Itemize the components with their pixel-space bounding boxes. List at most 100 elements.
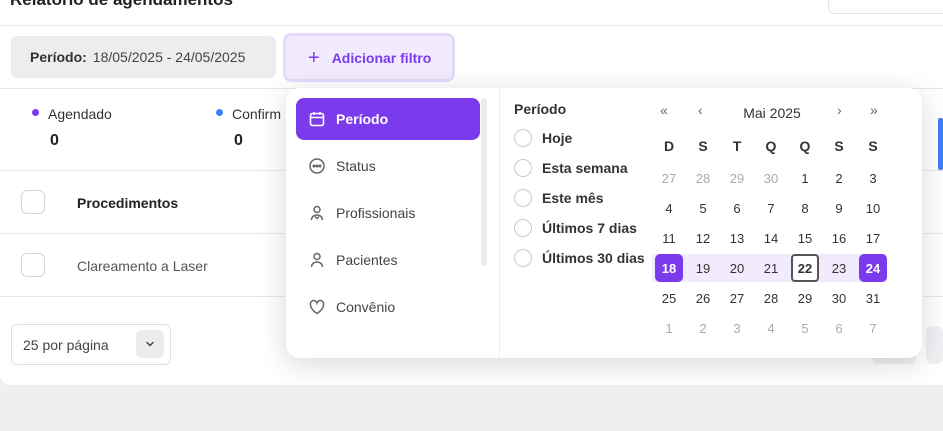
radio-label: Hoje bbox=[542, 130, 573, 146]
menu-item-label: Status bbox=[336, 158, 376, 174]
divider bbox=[0, 25, 943, 26]
table-row-procedimento: Clareamento a Laser bbox=[77, 258, 208, 274]
per-page-select[interactable]: 25 por página bbox=[11, 324, 171, 365]
menu-item-pacientes[interactable]: Pacientes bbox=[296, 239, 480, 281]
add-filter-button[interactable]: + Adicionar filtro bbox=[283, 33, 455, 82]
weekday-header: S bbox=[698, 138, 708, 154]
menu-item-label: Convênio bbox=[336, 299, 396, 315]
calendar-icon bbox=[308, 110, 326, 128]
radio-label: Este mês bbox=[542, 190, 604, 206]
calendar-day[interactable]: 16 bbox=[822, 224, 856, 252]
menu-item-label: Pacientes bbox=[336, 252, 398, 268]
calendar-day[interactable]: 4 bbox=[754, 314, 788, 342]
user-badge-icon bbox=[308, 204, 326, 222]
calendar-day[interactable]: 7 bbox=[754, 194, 788, 222]
radio-option[interactable]: Últimos 30 dias bbox=[514, 249, 645, 267]
filter-type-menu: Período Status Profissionais Pacientes C… bbox=[286, 88, 500, 358]
stat-label: Confirm bbox=[232, 106, 282, 122]
radio-option[interactable]: Este mês bbox=[514, 189, 603, 207]
status-dot bbox=[216, 108, 223, 116]
calendar-day[interactable]: 3 bbox=[720, 314, 754, 342]
radio-button[interactable] bbox=[514, 189, 532, 207]
calendar-day[interactable]: 9 bbox=[822, 194, 856, 222]
calendar-day[interactable]: 29 bbox=[788, 284, 822, 312]
page-title: Relatório de agendamentos bbox=[10, 0, 233, 10]
calendar-day[interactable]: 1 bbox=[652, 314, 686, 342]
stat-agendado: Agendado 0 bbox=[32, 106, 112, 149]
calendar-day[interactable]: 8 bbox=[788, 194, 822, 222]
calendar-day[interactable]: 20 bbox=[720, 254, 754, 282]
calendar-day[interactable]: 11 bbox=[652, 224, 686, 252]
calendar-day[interactable]: 4 bbox=[652, 194, 686, 222]
stat-value: 0 bbox=[50, 132, 59, 149]
calendar-day[interactable]: 12 bbox=[686, 224, 720, 252]
calendar-day[interactable]: 7 bbox=[856, 314, 890, 342]
calendar-day[interactable]: 24 bbox=[859, 254, 887, 282]
radio-button[interactable] bbox=[514, 249, 532, 267]
period-chip-value: 18/05/2025 - 24/05/2025 bbox=[92, 49, 246, 65]
radio-button[interactable] bbox=[514, 219, 532, 237]
menu-item-label: Profissionais bbox=[336, 205, 416, 221]
calendar-day[interactable]: 27 bbox=[720, 284, 754, 312]
pagination-next-button[interactable] bbox=[926, 326, 943, 364]
plus-icon: + bbox=[308, 46, 320, 69]
weekday-header: T bbox=[732, 138, 742, 154]
radio-label: Últimos 30 dias bbox=[542, 250, 645, 266]
calendar-day[interactable]: 28 bbox=[754, 284, 788, 312]
calendar-day[interactable]: 14 bbox=[754, 224, 788, 252]
menu-item-status[interactable]: Status bbox=[296, 145, 480, 187]
add-filter-label: Adicionar filtro bbox=[331, 49, 432, 66]
chevron-down-icon[interactable] bbox=[136, 330, 164, 358]
row-checkbox[interactable] bbox=[21, 253, 45, 277]
radio-button[interactable] bbox=[514, 129, 532, 147]
calendar-day[interactable]: 17 bbox=[856, 224, 890, 252]
calendar-day[interactable]: 22 bbox=[791, 254, 819, 282]
stat-highlight bbox=[938, 118, 943, 170]
calendar-day[interactable]: 2 bbox=[686, 314, 720, 342]
prev-year-button[interactable]: « bbox=[660, 102, 668, 118]
calendar-day[interactable]: 6 bbox=[822, 314, 856, 342]
weekday-header: Q bbox=[765, 138, 777, 154]
period-filter-chip[interactable]: Período: 18/05/2025 - 24/05/2025 bbox=[11, 36, 276, 78]
calendar-day[interactable]: 13 bbox=[720, 224, 754, 252]
calendar-day[interactable]: 18 bbox=[655, 254, 683, 282]
calendar-day[interactable]: 19 bbox=[686, 254, 720, 282]
menu-scrollbar[interactable] bbox=[481, 98, 487, 266]
calendar-day[interactable]: 23 bbox=[822, 254, 856, 282]
calendar-day[interactable]: 10 bbox=[856, 194, 890, 222]
radio-option[interactable]: Hoje bbox=[514, 129, 572, 147]
calendar-day[interactable]: 5 bbox=[788, 314, 822, 342]
next-month-button[interactable]: › bbox=[837, 102, 842, 118]
calendar-day[interactable]: 21 bbox=[754, 254, 788, 282]
calendar-day[interactable]: 26 bbox=[686, 284, 720, 312]
radio-option[interactable]: Esta semana bbox=[514, 159, 628, 177]
calendar-day[interactable]: 28 bbox=[686, 164, 720, 192]
calendar-day[interactable]: 2 bbox=[822, 164, 856, 192]
calendar-day[interactable]: 15 bbox=[788, 224, 822, 252]
menu-item-convenio[interactable]: Convênio bbox=[296, 286, 480, 328]
calendar-day[interactable]: 27 bbox=[652, 164, 686, 192]
calendar-day[interactable]: 29 bbox=[720, 164, 754, 192]
calendar-day[interactable]: 30 bbox=[754, 164, 788, 192]
calendar-day[interactable]: 25 bbox=[652, 284, 686, 312]
stat-confirmado: Confirm 0 bbox=[216, 106, 282, 149]
select-all-checkbox[interactable] bbox=[21, 190, 45, 214]
next-year-button[interactable]: » bbox=[870, 102, 878, 118]
calendar-day[interactable]: 5 bbox=[686, 194, 720, 222]
calendar-day[interactable]: 6 bbox=[720, 194, 754, 222]
calendar-day[interactable]: 1 bbox=[788, 164, 822, 192]
radio-option[interactable]: Últimos 7 dias bbox=[514, 219, 637, 237]
calendar-day[interactable]: 30 bbox=[822, 284, 856, 312]
radio-button[interactable] bbox=[514, 159, 532, 177]
menu-item-periodo[interactable]: Período bbox=[296, 98, 480, 140]
period-options-title: Período bbox=[514, 101, 567, 117]
filter-dropdown: Período Status Profissionais Pacientes C… bbox=[286, 88, 922, 358]
per-page-value: 25 por página bbox=[23, 336, 109, 353]
user-icon bbox=[308, 251, 326, 269]
calendar-day[interactable]: 31 bbox=[856, 284, 890, 312]
menu-item-profissionais[interactable]: Profissionais bbox=[296, 192, 480, 234]
title-info-icon: · bbox=[256, 0, 261, 8]
prev-month-button[interactable]: ‹ bbox=[698, 102, 703, 118]
search-input[interactable] bbox=[828, 0, 943, 14]
calendar-day[interactable]: 3 bbox=[856, 164, 890, 192]
